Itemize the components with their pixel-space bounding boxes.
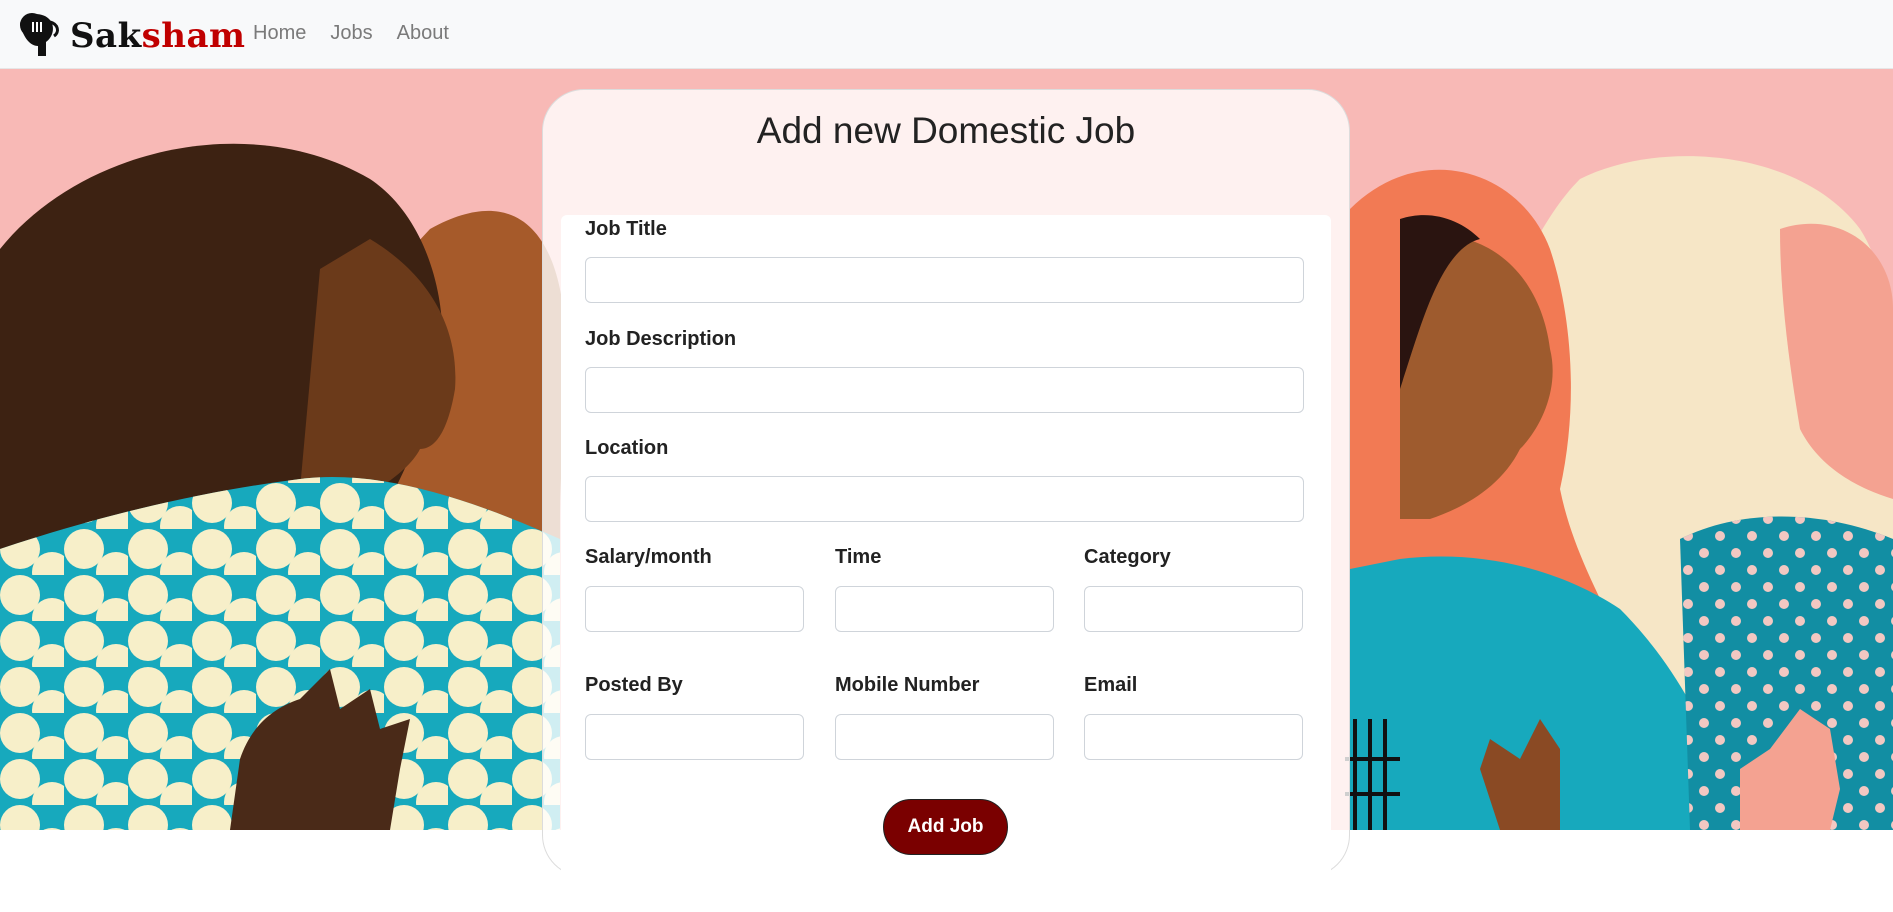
brand-name-part1: Sak xyxy=(70,16,142,56)
nav-link-about[interactable]: About xyxy=(397,22,449,45)
job-description-input[interactable] xyxy=(585,367,1304,413)
navbar: Saksham Home Jobs About xyxy=(0,0,1893,69)
mobile-number-label: Mobile Number xyxy=(835,674,980,696)
posted-by-input[interactable] xyxy=(585,714,804,760)
add-job-button[interactable]: Add Job xyxy=(883,799,1008,855)
job-title-label: Job Title xyxy=(585,218,667,240)
time-label: Time xyxy=(835,546,882,568)
posted-by-label: Posted By xyxy=(585,674,683,696)
page-title: Add new Domestic Job xyxy=(756,110,1136,151)
category-label: Category xyxy=(1084,546,1171,568)
location-input[interactable] xyxy=(585,476,1304,522)
salary-label: Salary/month xyxy=(585,546,712,568)
nav-link-jobs[interactable]: Jobs xyxy=(330,22,372,45)
job-title-input[interactable] xyxy=(585,257,1304,303)
brand[interactable]: Saksham xyxy=(12,8,246,58)
woman-silhouette-logo-icon xyxy=(20,13,59,57)
email-input[interactable] xyxy=(1084,714,1303,760)
job-form: Job Title Job Description Location Salar… xyxy=(561,215,1331,878)
email-label: Email xyxy=(1084,674,1138,696)
brand-name: Saksham xyxy=(70,16,246,56)
salary-input[interactable] xyxy=(585,586,804,632)
location-label: Location xyxy=(585,437,669,459)
nav-link-home[interactable]: Home xyxy=(253,22,306,45)
nav-links: Home Jobs About xyxy=(253,22,473,45)
time-input[interactable] xyxy=(835,586,1054,632)
job-description-label: Job Description xyxy=(585,328,737,350)
add-job-card: Add new Domestic Job Job Title Job Descr… xyxy=(542,89,1350,878)
category-input[interactable] xyxy=(1084,586,1303,632)
brand-name-part2: sham xyxy=(141,16,246,56)
mobile-number-input[interactable] xyxy=(835,714,1054,760)
